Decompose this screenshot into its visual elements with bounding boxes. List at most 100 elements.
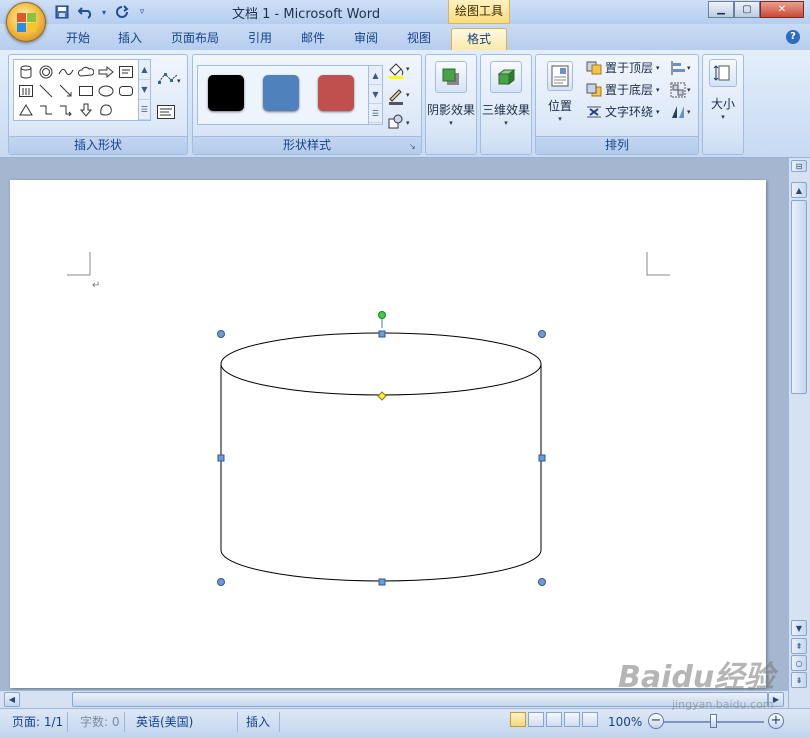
insert-mode-indicator[interactable]: 插入: [242, 712, 280, 732]
resize-handle-bottom-left[interactable]: [217, 578, 225, 586]
resize-handle-top[interactable]: [378, 330, 386, 338]
draft-view-icon[interactable]: [582, 712, 598, 727]
horizontal-scrollbar[interactable]: ◀ ▶: [0, 690, 788, 708]
align-icon[interactable]: ▾: [670, 60, 694, 79]
draw-text-box-icon[interactable]: [157, 105, 175, 122]
styles-down-icon[interactable]: ▼: [369, 85, 382, 104]
tab-home[interactable]: 开始: [58, 28, 98, 50]
gallery-more-icon[interactable]: ☰: [139, 100, 150, 120]
resize-handle-top-right[interactable]: [538, 330, 546, 338]
vertical-scrollbar[interactable]: ⊟ ▲ ▼ ⇞ ○ ⇟: [788, 158, 810, 708]
help-icon[interactable]: ?: [786, 30, 800, 44]
right-arrow-shape-icon[interactable]: [96, 62, 116, 81]
document-page[interactable]: ↵: [10, 180, 766, 688]
resize-handle-bottom[interactable]: [378, 578, 386, 586]
size-button[interactable]: 大小 ▾: [705, 59, 741, 122]
gallery-up-icon[interactable]: ▲: [139, 60, 150, 80]
office-button[interactable]: [6, 2, 46, 42]
close-button[interactable]: ✕: [760, 1, 804, 18]
tab-format[interactable]: 格式: [451, 28, 507, 50]
redo-icon[interactable]: [112, 3, 132, 21]
rotate-icon[interactable]: ▾: [670, 104, 694, 123]
bring-to-front-button[interactable]: 置于顶层 ▾: [586, 58, 660, 78]
ruler-toggle-icon[interactable]: ⊟: [791, 160, 807, 172]
more-shapes-icon[interactable]: [116, 100, 136, 119]
down-arrow-shape-icon[interactable]: [76, 100, 96, 119]
tab-insert[interactable]: 插入: [110, 28, 150, 50]
shadow-effects-button[interactable]: 阴影效果 ▾: [427, 61, 475, 128]
resize-handle-right[interactable]: [538, 454, 546, 462]
select-browse-object-icon[interactable]: ○: [791, 655, 807, 671]
cloud-shape-icon[interactable]: [76, 62, 96, 81]
rectangle-shape-icon[interactable]: [76, 81, 96, 100]
oval-shape-icon[interactable]: [96, 81, 116, 100]
shape-styles-dialog-launcher-icon[interactable]: ↘: [409, 142, 418, 151]
minimize-button[interactable]: ▁: [708, 1, 734, 18]
outline-view-icon[interactable]: [564, 712, 580, 727]
previous-page-icon[interactable]: ⇞: [791, 638, 807, 654]
three-d-effects-button[interactable]: 三维效果 ▾: [482, 61, 530, 128]
resize-handle-bottom-right[interactable]: [538, 578, 546, 586]
rotation-handle[interactable]: [378, 311, 386, 319]
shape-outline-icon[interactable]: ▾: [387, 87, 413, 108]
elbow-connector-icon[interactable]: [36, 100, 56, 119]
vertical-text-box-icon[interactable]: [16, 81, 36, 100]
horizontal-scroll-thumb[interactable]: [72, 692, 768, 707]
shape-styles-gallery[interactable]: ▲ ▼ ☰: [197, 65, 383, 125]
undo-icon[interactable]: [76, 3, 96, 21]
vertical-scroll-thumb[interactable]: [791, 200, 807, 394]
text-wrapping-button[interactable]: 文字环绕 ▾: [586, 102, 660, 122]
shape-style-black[interactable]: [208, 75, 244, 111]
full-screen-reading-view-icon[interactable]: [528, 712, 544, 727]
zoom-level[interactable]: 100%: [604, 712, 646, 732]
donut-shape-icon[interactable]: [36, 62, 56, 81]
cylinder-shape-icon[interactable]: [16, 62, 36, 81]
next-page-icon[interactable]: ⇟: [791, 672, 807, 688]
shape-fill-icon[interactable]: ▾: [387, 61, 413, 82]
tab-references[interactable]: 引用: [240, 28, 280, 50]
language-indicator[interactable]: 英语(美国): [132, 712, 238, 732]
shapes-gallery-scroll[interactable]: ▲ ▼ ☰: [138, 60, 150, 120]
page-count[interactable]: 页面: 1/1: [8, 712, 69, 732]
group-objects-icon[interactable]: ▾: [670, 82, 694, 101]
send-to-back-button[interactable]: 置于底层 ▾: [586, 80, 660, 100]
print-layout-view-icon[interactable]: [510, 712, 526, 727]
zoom-in-icon[interactable]: +: [768, 713, 784, 729]
undo-dropdown-icon[interactable]: ▾: [100, 3, 108, 21]
arrow-line-shape-icon[interactable]: [56, 81, 76, 100]
save-icon[interactable]: [52, 3, 72, 21]
zoom-out-icon[interactable]: −: [648, 713, 664, 729]
resize-handle-left[interactable]: [217, 454, 225, 462]
change-shape-icon[interactable]: ▾: [387, 113, 413, 134]
tab-page-layout[interactable]: 页面布局: [162, 28, 228, 50]
tab-review[interactable]: 审阅: [346, 28, 386, 50]
customize-quick-access-icon[interactable]: ▿: [136, 3, 148, 21]
word-count[interactable]: 字数: 0: [76, 712, 125, 732]
shape-style-blue[interactable]: [263, 75, 299, 111]
position-button[interactable]: 位置 ▾: [540, 61, 580, 124]
styles-gallery-scroll[interactable]: ▲ ▼ ☰: [368, 66, 382, 124]
triangle-shape-icon[interactable]: [16, 100, 36, 119]
cylinder-shape[interactable]: [10, 180, 766, 688]
resize-handle-top-left[interactable]: [217, 330, 225, 338]
scroll-down-icon[interactable]: ▼: [791, 620, 807, 636]
shapes-gallery[interactable]: ▲ ▼ ☰: [13, 59, 151, 121]
scroll-left-icon[interactable]: ◀: [4, 692, 20, 707]
scroll-right-icon[interactable]: ▶: [768, 692, 784, 707]
zoom-slider-thumb[interactable]: [710, 714, 717, 728]
gallery-down-icon[interactable]: ▼: [139, 80, 150, 100]
styles-up-icon[interactable]: ▲: [369, 66, 382, 85]
text-box-shape-icon[interactable]: [116, 62, 136, 81]
tab-view[interactable]: 视图: [399, 28, 439, 50]
maximize-button[interactable]: ▢: [734, 1, 760, 18]
shape-style-red[interactable]: [318, 75, 354, 111]
wave-shape-icon[interactable]: [56, 62, 76, 81]
elbow-arrow-connector-icon[interactable]: [56, 100, 76, 119]
styles-more-icon[interactable]: ☰: [369, 104, 382, 123]
line-shape-icon[interactable]: [36, 81, 56, 100]
rounded-rectangle-shape-icon[interactable]: [116, 81, 136, 100]
edit-shape-icon[interactable]: ▾: [157, 71, 181, 88]
tab-mailings[interactable]: 邮件: [293, 28, 333, 50]
scroll-up-icon[interactable]: ▲: [791, 182, 807, 198]
smiley-shape-icon[interactable]: [96, 100, 116, 119]
